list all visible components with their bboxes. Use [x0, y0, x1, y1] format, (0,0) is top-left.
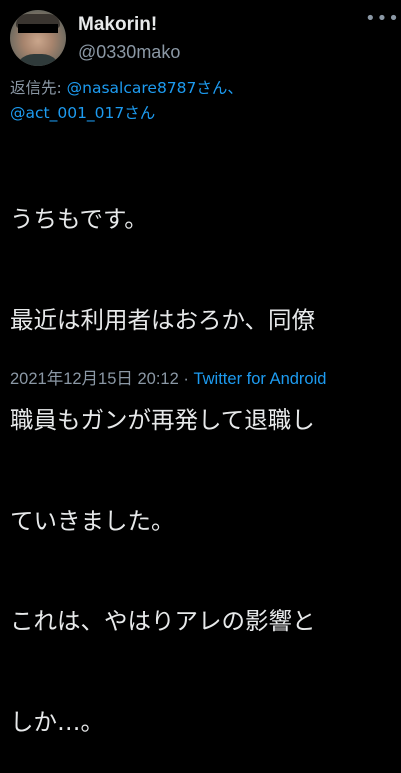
meta-separator: ·	[178, 370, 194, 388]
tweet-body: うちもです。 最近は利用者はおろか、同僚 職員もガンが再発して退職し ていきまし…	[10, 136, 396, 773]
tweet-source-link[interactable]: Twitter for Android	[193, 370, 326, 388]
avatar-shirt	[14, 54, 62, 66]
tweet-header: Makorin! @0330mako •••	[10, 8, 399, 66]
tweet-timestamp[interactable]: 2021年12月15日 20:12	[10, 370, 179, 388]
tweet-line: 職員もガンが再発して退職し	[10, 406, 315, 434]
author-display-name[interactable]: Makorin!	[78, 14, 157, 36]
more-icon[interactable]: •••	[365, 10, 399, 32]
avatar[interactable]	[10, 10, 66, 66]
avatar-censor-bar	[18, 24, 58, 33]
tweet-line: 最近は利用者はおろか、同僚	[10, 305, 316, 334]
tweet-line: しか…。	[10, 707, 104, 736]
mention-link-act[interactable]: @act_001_017さん	[10, 104, 155, 122]
reply-prefix: 返信先:	[10, 79, 67, 97]
tweet-line: ていきました。	[10, 506, 175, 535]
mention-link-nasalcare[interactable]: @nasalcare8787さん、	[67, 79, 243, 97]
tweet-line: これは、やはりアレの影響と	[10, 607, 316, 635]
tweet-meta: 2021年12月15日 20:12 · Twitter for Android	[10, 365, 401, 389]
reply-to-line: 返信先: @nasalcare8787さん、 @act_001_017さん	[10, 76, 395, 126]
author-handle[interactable]: @0330mako	[78, 42, 180, 63]
tweet-line: うちもです。	[10, 205, 148, 233]
